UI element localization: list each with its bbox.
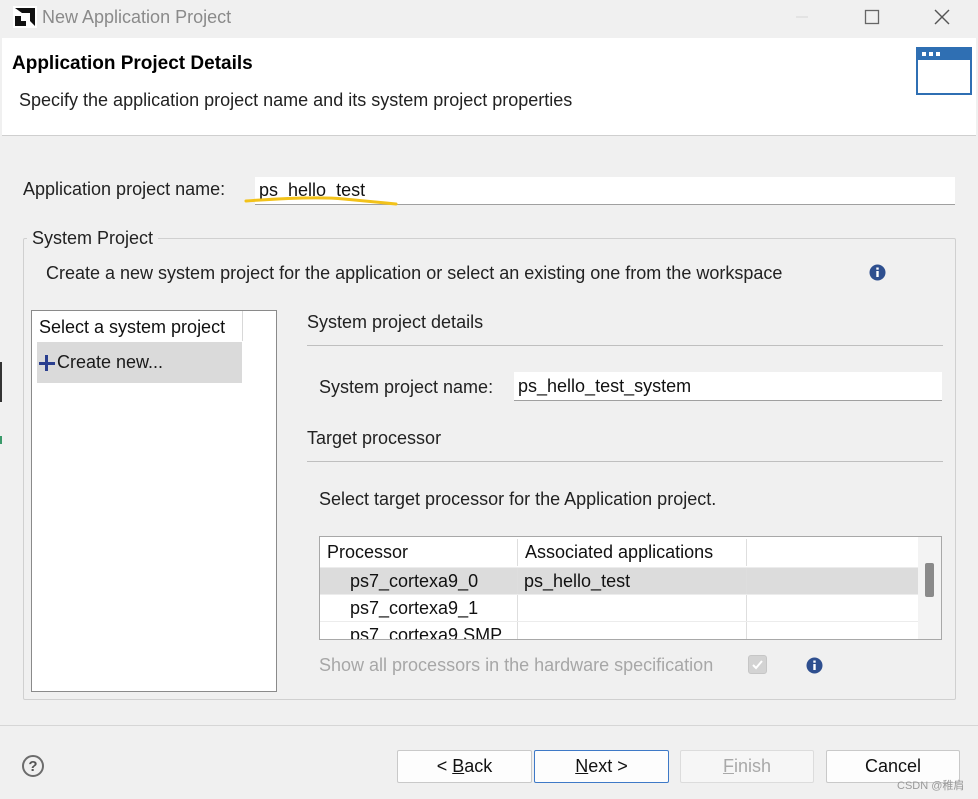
- show-all-processors-label: Show all processors in the hardware spec…: [319, 655, 714, 675]
- column-header-empty: [747, 539, 918, 566]
- empty-cell: [747, 622, 918, 639]
- minimize-button[interactable]: [772, 0, 832, 34]
- list-item-label: Create new...: [57, 352, 164, 372]
- checkmark-icon: [752, 660, 763, 670]
- empty-cell: [747, 568, 918, 595]
- vertical-scrollbar[interactable]: [918, 537, 941, 639]
- associated-apps-cell: [518, 595, 747, 622]
- column-header-associated-applications[interactable]: Associated applications: [518, 539, 747, 566]
- table-row[interactable]: ps7_cortexa9_0 ps_hello_test: [320, 567, 918, 595]
- processor-table[interactable]: Processor Associated applications ps7_co…: [319, 536, 942, 640]
- watermark: CSDN @稚肩: [897, 780, 965, 792]
- maximize-icon: [864, 9, 880, 25]
- system-project-name-label: System project name:: [319, 377, 494, 397]
- footer-divider: [0, 725, 978, 726]
- title-bar: New Application Project: [0, 0, 978, 38]
- application-window-icon: [916, 47, 972, 95]
- project-name-row: Application project name:: [23, 177, 958, 205]
- system-project-legend: System Project: [27, 228, 159, 249]
- system-project-list-header: Select a system project: [39, 317, 226, 337]
- finish-button-label: inish: [733, 756, 772, 776]
- target-processor-description: Select target processor for the Applicat…: [319, 489, 717, 509]
- system-project-name-input[interactable]: [514, 372, 942, 401]
- close-button[interactable]: [912, 0, 972, 34]
- info-icon[interactable]: [806, 657, 823, 674]
- plus-icon: [39, 354, 55, 371]
- info-icon[interactable]: [869, 264, 886, 281]
- maximize-button[interactable]: [842, 0, 902, 34]
- show-all-processors-checkbox[interactable]: [748, 655, 767, 674]
- next-button-label: ext >: [588, 756, 628, 776]
- finish-button[interactable]: Finish: [680, 750, 814, 783]
- target-processor-title: Target processor: [307, 428, 442, 448]
- minimize-icon: [796, 16, 808, 18]
- page-description: Specify the application project name and…: [19, 90, 573, 110]
- back-button-prefix: <: [436, 756, 453, 776]
- column-header-processor[interactable]: Processor: [320, 539, 518, 566]
- wizard-header: Application Project Details Specify the …: [2, 38, 976, 136]
- back-button[interactable]: < Back: [397, 750, 532, 783]
- processor-cell: ps7_cortexa9_0: [320, 568, 518, 595]
- associated-apps-cell: ps_hello_test: [518, 568, 747, 595]
- back-button-mnemonic: B: [452, 756, 465, 776]
- associated-apps-cell: [518, 622, 747, 639]
- processor-cell: ps7_cortexa9 SMP: [320, 622, 518, 639]
- empty-cell: [747, 595, 918, 622]
- window-edge: [0, 436, 2, 444]
- system-project-list[interactable]: Select a system project Create new...: [31, 310, 277, 692]
- column-divider: [242, 311, 243, 341]
- page-title: Application Project Details: [12, 53, 253, 74]
- section-divider: [307, 345, 943, 346]
- table-row[interactable]: ps7_cortexa9_1: [320, 594, 918, 622]
- table-row[interactable]: ps7_cortexa9 SMP: [320, 621, 918, 639]
- help-icon: ?: [28, 757, 38, 775]
- system-project-description: Create a new system project for the appl…: [46, 263, 783, 283]
- list-item-create-new[interactable]: Create new...: [37, 342, 242, 383]
- system-project-details-title: System project details: [307, 312, 484, 332]
- section-divider: [307, 461, 943, 462]
- window-edge: [0, 362, 2, 402]
- back-button-label: ack: [464, 756, 493, 776]
- next-button-mnemonic: N: [575, 756, 589, 776]
- finish-button-mnemonic: F: [722, 756, 734, 776]
- close-icon: [934, 9, 950, 25]
- scrollbar-thumb[interactable]: [925, 563, 934, 597]
- help-button[interactable]: ?: [22, 755, 44, 777]
- window-title: New Application Project: [42, 7, 232, 27]
- amd-logo-icon: [13, 6, 37, 28]
- processor-cell: ps7_cortexa9_1: [320, 595, 518, 622]
- next-button[interactable]: Next >: [534, 750, 669, 783]
- project-name-label: Application project name:: [23, 179, 226, 199]
- annotation-underline: [244, 196, 398, 206]
- table-header-row: Processor Associated applications: [320, 539, 918, 566]
